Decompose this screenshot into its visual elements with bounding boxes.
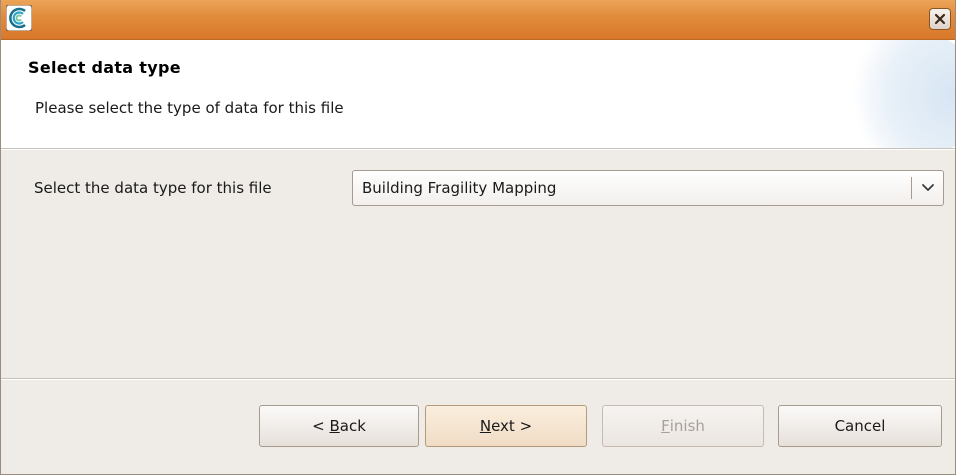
back-button-prefix: < [312, 417, 330, 435]
close-icon [934, 13, 946, 25]
page-title: Select data type [28, 58, 181, 77]
page-description: Please select the type of data for this … [35, 99, 344, 117]
dropdown-divider [911, 177, 912, 199]
back-button-label: ack [339, 417, 366, 435]
wizard-dialog: Select data type Please select the type … [0, 0, 956, 475]
header-decoration [825, 40, 955, 148]
data-type-dropdown[interactable]: Building Fragility Mapping [352, 170, 944, 206]
finish-button-mnemonic: F [661, 417, 670, 435]
next-button-label: ext > [491, 417, 533, 435]
chevron-down-icon[interactable] [919, 180, 937, 196]
cancel-button[interactable]: Cancel [778, 405, 942, 447]
wizard-content: Select the data type for this file Build… [1, 150, 955, 375]
finish-button[interactable]: Finish [602, 405, 764, 447]
wizard-header: Select data type Please select the type … [1, 40, 955, 149]
close-button[interactable] [929, 8, 951, 30]
back-button[interactable]: < Back [259, 405, 419, 447]
data-type-selected-value: Building Fragility Mapping [362, 179, 557, 197]
button-bar-divider [1, 378, 955, 380]
back-button-mnemonic: B [329, 417, 340, 435]
finish-button-label: inish [669, 417, 705, 435]
cancel-button-label: Cancel [834, 417, 886, 435]
next-button-mnemonic: N [479, 417, 492, 435]
data-type-label: Select the data type for this file [34, 179, 272, 197]
app-logo-icon [6, 5, 32, 31]
title-bar[interactable] [1, 0, 955, 40]
next-button[interactable]: Next > [425, 405, 587, 447]
